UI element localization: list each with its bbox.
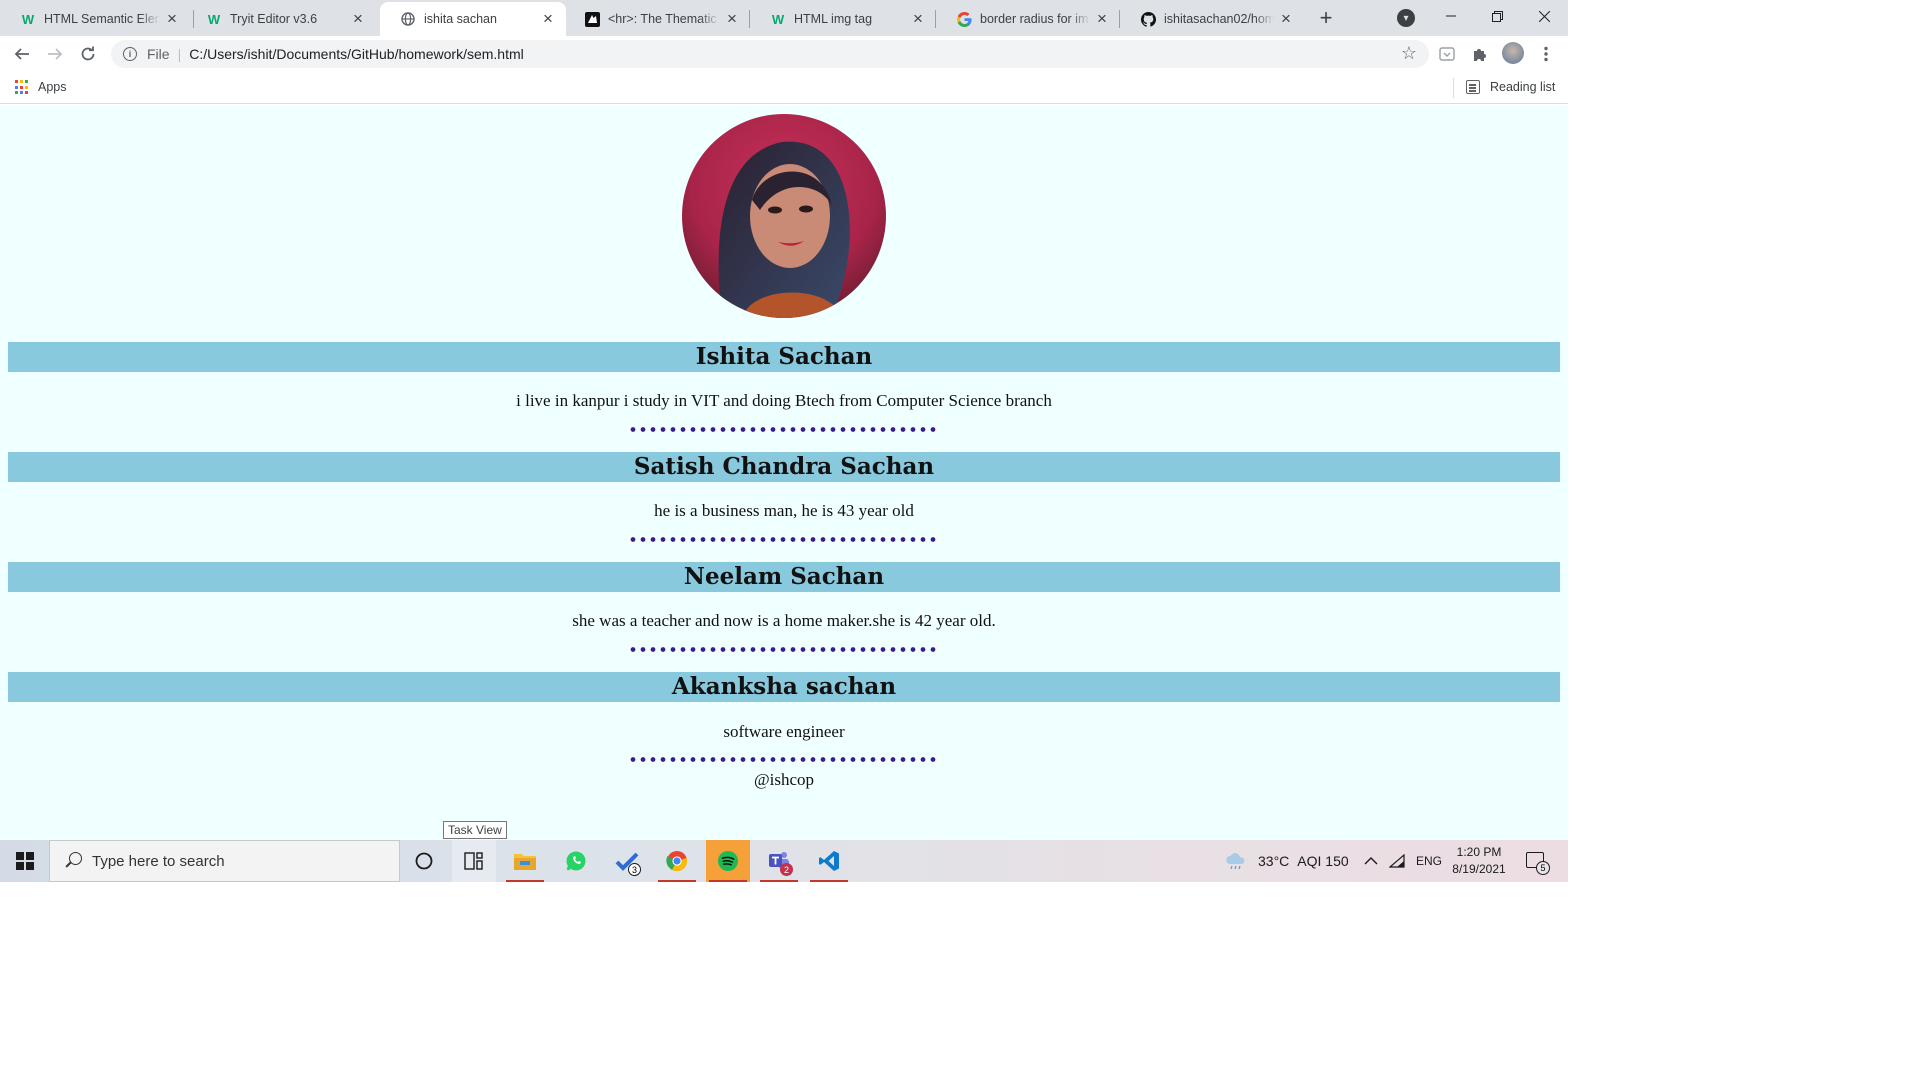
cloud-rain-icon [1226, 853, 1245, 870]
microsoft-teams-icon[interactable]: 2 [757, 840, 801, 882]
close-tab-icon[interactable]: × [1094, 9, 1110, 28]
mdn-icon [584, 11, 600, 27]
address-divider: | [177, 46, 182, 62]
spotify-icon[interactable] [706, 840, 750, 882]
tab-title: border radius for image [980, 12, 1090, 26]
bookmarks-bar: Apps Reading list [0, 72, 1568, 104]
language-indicator[interactable]: ENG [1416, 840, 1442, 882]
w3schools-icon: W [771, 11, 785, 27]
tab-ishita-sachan[interactable]: ishita sachan × [380, 2, 566, 36]
bookmarks-divider [1453, 78, 1454, 98]
close-tab-icon[interactable]: × [164, 9, 180, 28]
tab-title: ishita sachan [424, 12, 497, 26]
google-icon [956, 11, 972, 27]
person-heading: Neelam Sachan [8, 562, 1560, 592]
extensions-puzzle-icon[interactable] [1470, 44, 1490, 64]
person-heading: Akanksha sachan [8, 672, 1560, 702]
search-icon [64, 852, 82, 870]
pocket-extension-icon[interactable] [1437, 44, 1457, 64]
tab-title: Tryit Editor v3.6 [230, 12, 318, 26]
microsoft-todo-icon[interactable]: 3 [605, 840, 649, 882]
weather-widget[interactable]: 33°C AQI 150 [1224, 840, 1349, 882]
weather-temp: 33°C [1258, 853, 1290, 869]
footer-handle: @ishcop [753, 770, 815, 789]
address-bar[interactable]: i File | C:/Users/ishit/Documents/GitHub… [111, 40, 1429, 68]
system-clock[interactable]: 1:20 PM 8/19/2021 [1440, 844, 1518, 878]
whatsapp-icon[interactable] [554, 840, 598, 882]
new-tab-button[interactable]: + [1314, 5, 1338, 30]
menu-kebab-icon[interactable] [1536, 44, 1556, 64]
tab-tryit-editor[interactable]: W Tryit Editor v3.6 × [186, 2, 376, 36]
info-icon[interactable]: i [123, 47, 137, 61]
globe-icon [400, 11, 416, 27]
person-description: software engineer [723, 722, 845, 741]
tab-title: HTML Semantic Elements [44, 12, 160, 26]
restore-icon[interactable] [1474, 0, 1520, 32]
person-heading: Ishita Sachan [8, 342, 1560, 372]
reload-icon[interactable] [75, 41, 101, 67]
url-text[interactable]: C:/Users/ishit/Documents/GitHub/homework… [189, 46, 524, 62]
close-tab-icon[interactable]: × [1278, 9, 1294, 28]
chrome-icon[interactable] [655, 840, 699, 882]
browser-toolbar: i File | C:/Users/ishit/Documents/GitHub… [0, 36, 1568, 72]
minimize-icon[interactable] [1428, 0, 1474, 32]
clock-date: 8/19/2021 [1452, 862, 1506, 876]
tab-github-repo[interactable]: ishitasachan02/homework × [1120, 2, 1304, 36]
dotted-rule [628, 647, 940, 652]
clock-time: 1:20 PM [1456, 845, 1502, 859]
todo-badge: 3 [628, 863, 641, 876]
windows-start-icon[interactable] [16, 852, 34, 870]
dotted-rule [628, 537, 940, 542]
w3schools-icon: W [207, 11, 221, 27]
tab-html-semantic[interactable]: W HTML Semantic Elements × [0, 2, 190, 36]
person-description: she was a teacher and now is a home make… [572, 611, 996, 630]
tab-strip: W HTML Semantic Elements × W Tryit Edito… [0, 0, 1568, 36]
weather-aqi: AQI 150 [1297, 853, 1349, 869]
file-explorer-icon[interactable] [503, 840, 547, 882]
github-icon [1140, 11, 1156, 27]
taskbar-search-box[interactable]: Type here to search [49, 840, 400, 882]
close-window-icon[interactable] [1521, 0, 1567, 32]
tab-html-img-tag[interactable]: W HTML img tag × [750, 2, 936, 36]
person-description: i live in kanpur i study in VIT and doin… [516, 391, 1052, 410]
wifi-icon[interactable] [1389, 840, 1405, 882]
teams-badge: 2 [780, 863, 793, 876]
reading-list-button[interactable]: Reading list [1490, 80, 1555, 94]
back-icon[interactable] [9, 41, 35, 67]
forward-icon[interactable] [42, 41, 68, 67]
scheme-label: File [147, 46, 170, 62]
vscode-icon[interactable] [807, 840, 851, 882]
close-tab-icon[interactable]: × [350, 9, 366, 28]
task-view-icon[interactable] [452, 840, 496, 882]
search-placeholder: Type here to search [92, 852, 225, 870]
apps-link[interactable]: Apps [38, 80, 67, 94]
dotted-rule [628, 757, 940, 762]
apps-grid-icon[interactable] [15, 80, 30, 95]
tab-border-radius-search[interactable]: border radius for image × [936, 2, 1120, 36]
profile-photo [682, 114, 886, 318]
person-heading: Satish Chandra Sachan [8, 452, 1560, 482]
close-tab-icon[interactable]: × [540, 9, 556, 28]
bookmark-star-icon[interactable]: ☆ [1401, 43, 1417, 64]
show-hidden-icons-chevron-icon[interactable] [1364, 840, 1378, 882]
close-tab-icon[interactable]: × [724, 9, 740, 28]
cortana-icon[interactable] [402, 840, 446, 882]
tab-title: <hr>: The Thematic Break [608, 12, 720, 26]
w3schools-icon: W [21, 11, 35, 27]
close-tab-icon[interactable]: × [910, 9, 926, 28]
dotted-rule [628, 427, 940, 432]
windows-taskbar: Type here to search 3 2 33°C AQI 150 ENG [0, 840, 1568, 882]
notification-count: 5 [1536, 861, 1550, 875]
tab-title: ishitasachan02/homework [1164, 12, 1274, 26]
profile-avatar[interactable] [1502, 42, 1524, 64]
reading-list-icon[interactable] [1466, 80, 1480, 94]
task-view-tooltip: Task View [443, 821, 507, 839]
tab-title: HTML img tag [794, 12, 873, 26]
person-description: he is a business man, he is 43 year old [654, 501, 914, 520]
page-content: Ishita Sachan i live in kanpur i study i… [0, 105, 1568, 840]
tab-hr-thematic-break[interactable]: <hr>: The Thematic Break × [564, 2, 750, 36]
tab-search-icon[interactable]: ▾ [1397, 9, 1415, 27]
